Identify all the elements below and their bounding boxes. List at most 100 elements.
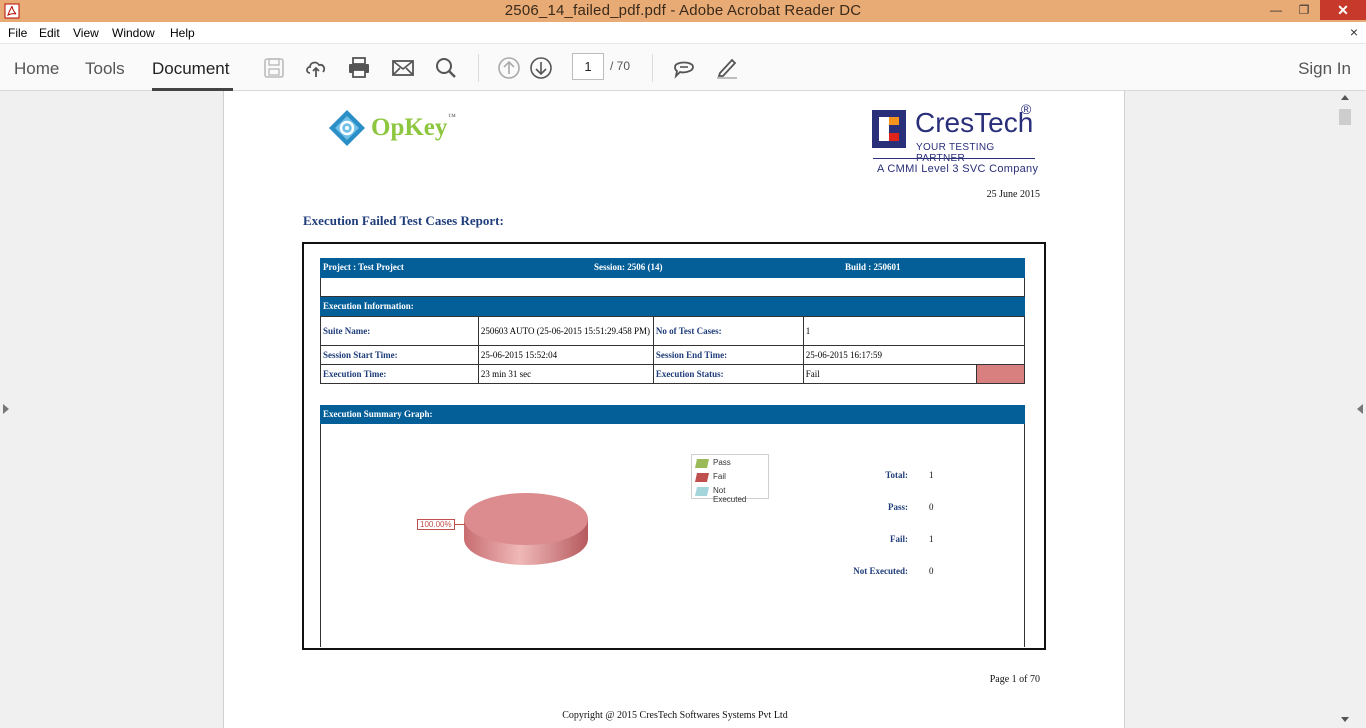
stat-pass-value: 0 — [929, 502, 934, 512]
frame-bottom-edge — [302, 648, 1046, 650]
summary-graph-area: 100.00% Pass Fail Not Executed Total: 1 … — [320, 424, 1025, 647]
execution-status-value: Fail — [802, 364, 977, 384]
table-row: Session Start Time: 25-06-2015 15:52:04 … — [320, 345, 1026, 365]
legend-swatch-fail — [695, 473, 709, 482]
menu-window[interactable]: Window — [112, 26, 155, 40]
comment-icon[interactable] — [671, 55, 697, 81]
restore-button[interactable]: ❐ — [1290, 0, 1318, 20]
test-cases-value: 1 — [802, 316, 1026, 346]
stat-fail-value: 1 — [929, 534, 934, 544]
status-color-cell — [975, 364, 1026, 384]
legend-label-pass: Pass — [713, 458, 731, 467]
pie-slice-fail — [464, 493, 588, 545]
next-page-icon[interactable] — [528, 55, 554, 81]
opkey-logo-text: OpKey — [371, 114, 448, 141]
opkey-diamond-icon — [329, 110, 365, 146]
crestech-name: CresTech — [915, 107, 1034, 138]
stat-not-executed-value: 0 — [929, 566, 934, 576]
window-titlebar: 2506_14_failed_pdf.pdf - Adobe Acrobat R… — [0, 0, 1366, 22]
scroll-thumb[interactable] — [1339, 109, 1351, 125]
stat-total-label: Total: — [885, 470, 908, 480]
execution-info-bar: Execution Information: — [320, 297, 1025, 316]
menu-bar: File Edit View Window Help × — [0, 22, 1366, 43]
report-frame: Project : Test Project Session: 2506 (14… — [302, 242, 1046, 650]
print-icon[interactable] — [346, 55, 372, 81]
upload-cloud-icon[interactable] — [303, 55, 329, 81]
crestech-divider — [873, 158, 1035, 159]
main-toolbar: Home Tools Document 1 / 70 Sign In — [0, 43, 1366, 91]
crestech-registered: ® — [1021, 101, 1032, 117]
menu-help[interactable]: Help — [170, 26, 195, 40]
report-title: Execution Failed Test Cases Report: — [303, 213, 504, 228]
end-time-label: Session End Time: — [652, 345, 804, 365]
toolbar-separator — [652, 54, 653, 82]
scroll-up-arrow-icon[interactable] — [1341, 95, 1349, 100]
legend-label-fail: Fail — [713, 472, 726, 481]
stat-not-executed-label: Not Executed: — [853, 566, 908, 576]
pie-slice-label: 100.00% — [417, 519, 455, 530]
copyright-text: Copyright @ 2015 CresTech Softwares Syst… — [562, 710, 788, 721]
stat-pass-label: Pass: — [888, 502, 908, 512]
execution-time-value: 23 min 31 sec — [477, 364, 654, 384]
tab-document[interactable]: Document — [152, 59, 229, 79]
project-header-bar: Project : Test Project Session: 2506 (14… — [320, 258, 1025, 278]
execution-info-table: Suite Name: 250603 AUTO (25-06-2015 15:5… — [320, 316, 1026, 384]
session-label: Session: 2506 (14) — [594, 262, 663, 272]
highlight-pen-icon[interactable] — [714, 55, 740, 81]
tab-tools[interactable]: Tools — [85, 59, 125, 79]
stat-fail-label: Fail: — [890, 534, 908, 544]
menu-file[interactable]: File — [8, 26, 27, 40]
search-icon[interactable] — [433, 55, 459, 81]
opkey-trademark: ™ — [448, 112, 456, 121]
crestech-tagline: YOUR TESTING PARTNER — [916, 142, 995, 164]
minimize-button[interactable]: — — [1262, 0, 1290, 20]
start-time-label: Session Start Time: — [320, 345, 479, 365]
page-total: / 70 — [610, 59, 631, 73]
window-title: 2506_14_failed_pdf.pdf - Adobe Acrobat R… — [504, 2, 862, 19]
table-row: Execution Time: 23 min 31 sec Execution … — [320, 364, 1026, 384]
close-document-icon[interactable]: × — [1350, 24, 1358, 40]
project-label: Project : Test Project — [323, 262, 404, 272]
suite-name-value: 250603 AUTO (25-06-2015 15:51:29.458 PM) — [477, 316, 654, 346]
crestech-cmmi: A CMMI Level 3 SVC Company — [877, 163, 1039, 175]
toolbar-separator — [478, 54, 479, 82]
crestech-emblem-icon — [872, 110, 906, 148]
summary-graph-bar: Execution Summary Graph: — [320, 405, 1025, 424]
sign-in-link[interactable]: Sign In — [1298, 59, 1351, 79]
test-cases-label: No of Test Cases: — [652, 316, 804, 346]
page-footer-number: Page 1 of 70 — [989, 674, 1040, 685]
table-row: Suite Name: 250603 AUTO (25-06-2015 15:5… — [320, 316, 1026, 346]
page-number-input[interactable]: 1 — [572, 53, 604, 80]
legend-label-not-executed: Not Executed — [713, 486, 747, 504]
spacer-row — [320, 278, 1025, 297]
execution-time-label: Execution Time: — [320, 364, 479, 384]
right-pane-toggle-icon[interactable] — [1357, 404, 1363, 414]
report-date: 25 June 2015 — [986, 189, 1040, 200]
execution-status-label: Execution Status: — [652, 364, 804, 384]
legend-swatch-pass — [695, 459, 709, 468]
opkey-logo: OpKey ™ — [327, 108, 467, 148]
pie-chart — [464, 493, 588, 565]
scroll-down-arrow-icon[interactable] — [1341, 717, 1349, 722]
email-icon[interactable] — [390, 55, 416, 81]
pie-label-connector — [455, 524, 465, 525]
vertical-scrollbar[interactable] — [1336, 91, 1354, 728]
end-time-value: 25-06-2015 16:17:59 — [802, 345, 1026, 365]
tab-home[interactable]: Home — [14, 59, 59, 79]
menu-view[interactable]: View — [73, 26, 99, 40]
left-pane-toggle-icon[interactable] — [3, 404, 9, 414]
legend-swatch-not-executed — [695, 487, 709, 496]
previous-page-icon[interactable] — [496, 55, 522, 81]
execution-info-title: Execution Information: — [323, 301, 414, 311]
document-viewer: OpKey ™ CresTech ® YOUR TESTING PARTNER … — [0, 91, 1366, 728]
summary-graph-title: Execution Summary Graph: — [323, 409, 433, 419]
start-time-value: 25-06-2015 15:52:04 — [477, 345, 654, 365]
window-close-button[interactable]: ✕ — [1320, 0, 1366, 20]
suite-name-label: Suite Name: — [320, 316, 479, 346]
build-label: Build : 250601 — [845, 262, 901, 272]
menu-edit[interactable]: Edit — [39, 26, 60, 40]
pdf-page: OpKey ™ CresTech ® YOUR TESTING PARTNER … — [223, 91, 1125, 728]
chart-legend: Pass Fail Not Executed — [691, 454, 769, 504]
save-icon[interactable] — [261, 55, 287, 81]
crestech-logo: CresTech ® YOUR TESTING PARTNER A CMMI L… — [872, 101, 1042, 181]
